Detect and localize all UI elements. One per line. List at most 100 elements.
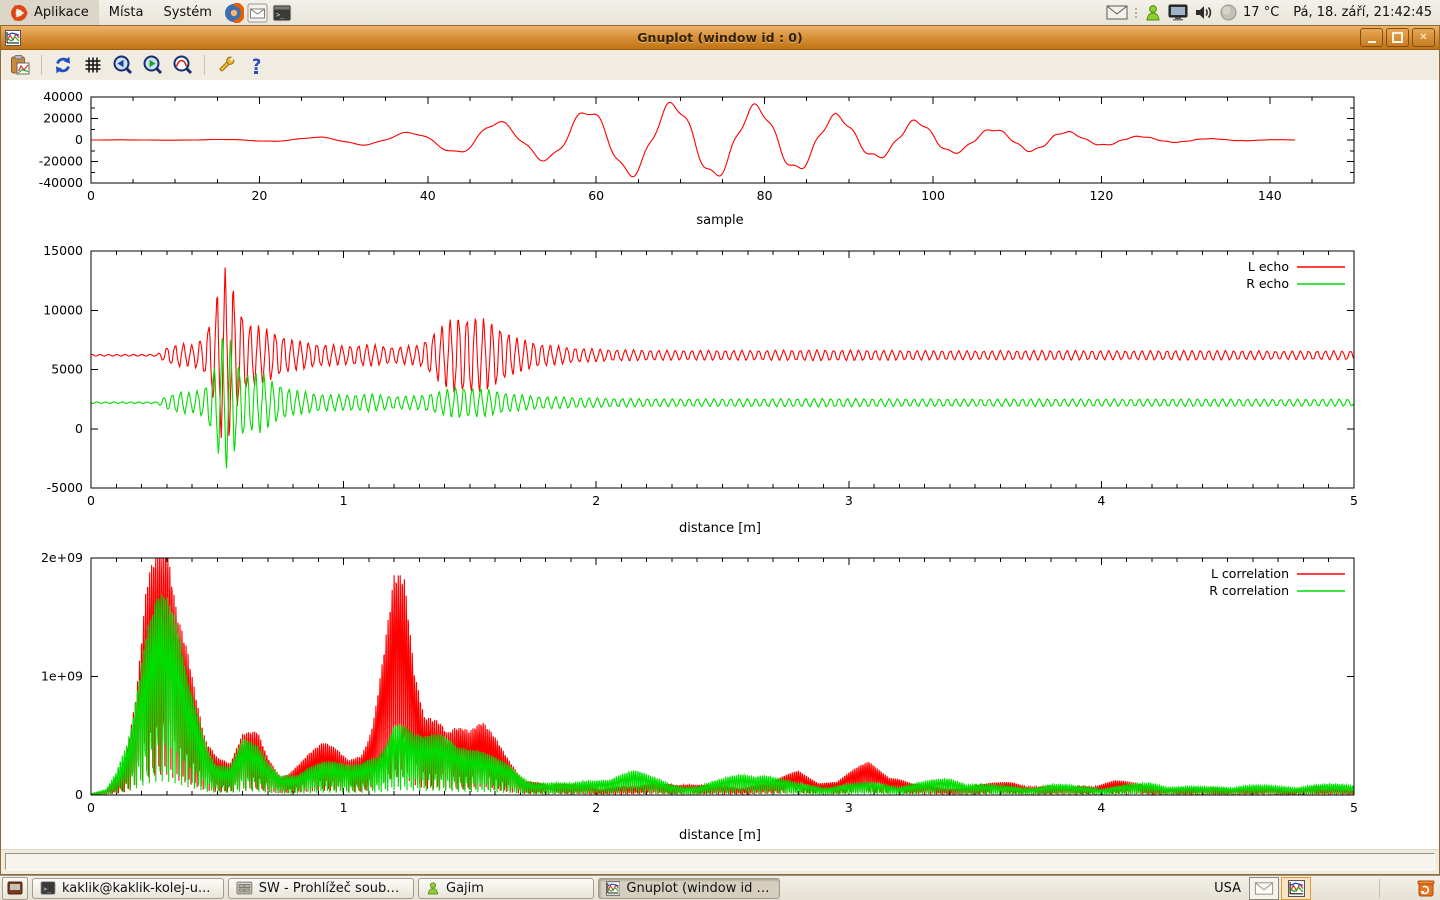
mail-icon (1254, 882, 1274, 895)
gajim-icon (426, 881, 440, 896)
y-tick-label: -5000 (47, 480, 83, 495)
svg-text:>_: >_ (276, 11, 285, 19)
trash-icon (1416, 878, 1436, 898)
titlebar[interactable]: Gnuplot (window id : 0) ✕ (1, 26, 1439, 50)
unzoom-button[interactable] (170, 52, 196, 78)
series-l-echo (91, 268, 1354, 439)
close-button[interactable]: ✕ (1412, 28, 1435, 47)
plot-2: 012345-5000050001000015000L echoR echo (43, 243, 1358, 508)
y-tick-label: 0 (75, 132, 83, 147)
plot1-xlabel: sample (1, 213, 1439, 228)
legend-label: L correlation (1211, 566, 1289, 581)
x-tick-label: 20 (251, 188, 267, 203)
mail-launcher[interactable] (246, 0, 270, 25)
x-tick-label: 80 (757, 188, 773, 203)
volume-icon[interactable] (1194, 4, 1214, 21)
wrench-icon (215, 54, 237, 76)
firefox-icon (224, 3, 244, 23)
x-tick-label: 5 (1350, 800, 1358, 815)
mail-notification-icon[interactable] (1106, 5, 1128, 20)
maximize-button[interactable] (1386, 28, 1409, 47)
maximize-icon (1392, 32, 1403, 43)
y-tick-label: 15000 (43, 243, 83, 258)
terminal-icon: >_ (40, 881, 56, 895)
copy-plot-icon (9, 54, 31, 76)
display-icon[interactable] (1168, 4, 1188, 21)
menu-places-label: Místa (109, 5, 144, 20)
series-r-correlation (91, 595, 1354, 795)
unzoom-icon (172, 54, 194, 76)
taskbar-separator (1379, 879, 1380, 898)
temperature-indicator[interactable]: 17 °C (1243, 5, 1279, 20)
x-tick-label: 40 (420, 188, 436, 203)
zoom-previous-icon (112, 54, 134, 76)
x-tick-label: 3 (845, 493, 853, 508)
legend-label: R echo (1246, 276, 1289, 291)
toolbar-separator (41, 55, 42, 75)
menu-system[interactable]: Systém (153, 0, 221, 25)
y-tick-label: 0 (75, 787, 83, 802)
plot-canvas[interactable]: 020406080100120140-40000-200000200004000… (1, 80, 1439, 851)
x-tick-label: 3 (845, 800, 853, 815)
mail-tray-button[interactable] (1249, 877, 1279, 900)
system-tray: 17 °C Pá, 18. září, 21:42:45 (1106, 4, 1440, 22)
copy-plot-button[interactable] (7, 52, 33, 78)
y-tick-label: -40000 (39, 175, 83, 190)
task-file-manager[interactable]: SW - Prohlížeč souborů (228, 878, 414, 899)
toolbar: ? (1, 50, 1439, 81)
x-tick-label: 100 (921, 188, 945, 203)
x-tick-label: 140 (1258, 188, 1282, 203)
x-tick-label: 1 (340, 493, 348, 508)
x-tick-label: 2 (592, 800, 600, 815)
zoom-next-button[interactable] (140, 52, 166, 78)
grid-icon (83, 55, 103, 75)
x-tick-label: 0 (87, 800, 95, 815)
gnuplot-window: Gnuplot (window id : 0) ✕ (0, 25, 1440, 875)
x-tick-label: 60 (588, 188, 604, 203)
trash-applet[interactable] (1414, 877, 1438, 899)
task-gnuplot[interactable]: Gnuplot (window id : 0) (598, 878, 780, 899)
settings-button[interactable] (213, 52, 239, 78)
x-tick-label: 120 (1089, 188, 1113, 203)
taskbar-tray-area (1313, 878, 1375, 899)
plots-svg: 020406080100120140-40000-200000200004000… (1, 80, 1440, 851)
menu-places[interactable]: Místa (99, 0, 154, 25)
menu-applications[interactable]: Aplikace (0, 0, 99, 25)
weather-moon-icon[interactable] (1220, 4, 1237, 21)
y-tick-label: 20000 (43, 111, 83, 126)
clock[interactable]: Pá, 18. září, 21:42:45 (1293, 5, 1432, 20)
terminal-launcher[interactable]: >_ (270, 0, 294, 25)
plot2-xlabel: distance [m] (1, 521, 1439, 536)
gnuplot-icon (606, 881, 620, 896)
help-button[interactable]: ? (243, 52, 269, 78)
firefox-launcher[interactable] (222, 0, 246, 25)
replot-icon (52, 54, 74, 76)
task-terminal[interactable]: >_ kaklik@kaklik-kolej-u... (32, 878, 224, 899)
y-tick-label: 5000 (51, 362, 83, 377)
zoom-next-icon (142, 54, 164, 76)
toolbar-separator (204, 55, 205, 75)
minimize-button[interactable] (1360, 28, 1383, 47)
legend-label: L echo (1248, 259, 1289, 274)
plot3-xlabel: distance [m] (1, 828, 1439, 843)
x-tick-label: 5 (1350, 493, 1358, 508)
help-icon: ? (245, 54, 267, 76)
gajim-status-icon[interactable] (1144, 4, 1162, 22)
statusbar-field (5, 853, 1435, 870)
task-gajim[interactable]: Gajim (418, 878, 594, 899)
replot-button[interactable] (50, 52, 76, 78)
x-tick-label: 0 (87, 493, 95, 508)
keyboard-layout-indicator[interactable]: USA (1214, 881, 1241, 896)
task-label: kaklik@kaklik-kolej-u... (62, 881, 210, 896)
grid-button[interactable] (80, 52, 106, 78)
x-tick-label: 0 (87, 188, 95, 203)
gnuplot-tray-button[interactable] (1281, 877, 1311, 900)
plot-border (91, 558, 1354, 795)
svg-text:>_: >_ (43, 886, 51, 893)
plot-border (91, 97, 1354, 183)
zoom-previous-button[interactable] (110, 52, 136, 78)
tray-handle-icon (1134, 6, 1138, 20)
show-desktop-button[interactable] (2, 877, 28, 900)
taskbar-tray-area (1384, 878, 1412, 899)
y-tick-label: 40000 (43, 89, 83, 104)
